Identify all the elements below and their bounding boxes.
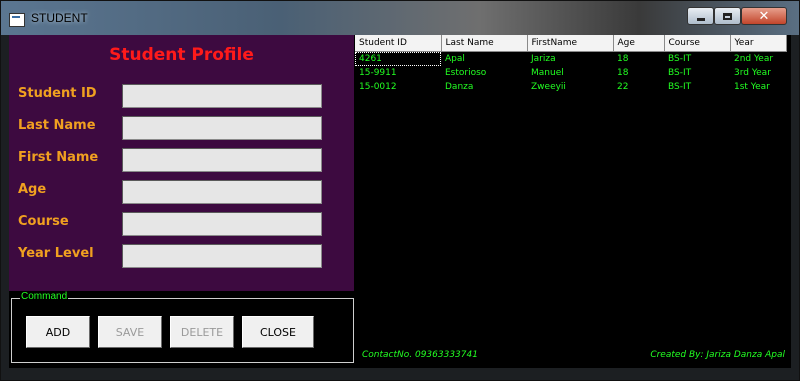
table-cell[interactable]: Estorioso: [441, 66, 527, 80]
column-header-last-name[interactable]: Last Name: [441, 35, 528, 52]
last-name-label: Last Name: [18, 118, 96, 133]
first-name-label: First Name: [18, 150, 99, 165]
course-field[interactable]: [122, 212, 322, 236]
table-cell[interactable]: 18: [613, 66, 664, 80]
student-id-label: Student ID: [18, 86, 97, 101]
contact-number-text: ContactNo. 09363333741: [362, 350, 478, 360]
close-button[interactable]: CLOSE: [242, 316, 314, 348]
delete-button[interactable]: DELETE: [170, 316, 234, 348]
table-row[interactable]: 4261 Apal Jariza 18 BS-IT 2nd Year: [355, 51, 786, 67]
student-id-field[interactable]: [122, 84, 322, 108]
table-row[interactable]: 15-0012 Danza Zweeyii 22 BS-IT 1st Year: [355, 80, 786, 94]
age-field[interactable]: [122, 180, 322, 204]
client-area: Student Profile Student ID Last Name Fir…: [9, 35, 791, 368]
add-button[interactable]: ADD: [26, 316, 90, 348]
command-group: Command ADD SAVE DELETE CLOSE: [11, 291, 354, 363]
table-cell[interactable]: 2nd Year: [730, 52, 786, 67]
table-cell[interactable]: 15-0012: [355, 80, 441, 94]
maximize-icon: [723, 12, 732, 20]
command-group-label: Command: [20, 291, 69, 302]
table-cell[interactable]: 1st Year: [730, 80, 786, 94]
save-button[interactable]: SAVE: [98, 316, 162, 348]
minimize-icon: [696, 17, 705, 21]
student-grid[interactable]: Student ID Last Name FirstName Age Cours…: [355, 35, 789, 291]
table-cell[interactable]: Danza: [441, 80, 527, 94]
table-cell[interactable]: BS-IT: [664, 66, 730, 80]
student-profile-panel: Student Profile Student ID Last Name Fir…: [9, 35, 354, 291]
table-cell[interactable]: 22: [613, 80, 664, 94]
minimize-button[interactable]: [687, 7, 714, 25]
column-header-year[interactable]: Year: [730, 35, 787, 52]
student-window: STUDENT ✕ Student Profile Student ID Las…: [0, 0, 800, 381]
app-icon[interactable]: [9, 13, 25, 27]
age-label: Age: [18, 182, 47, 197]
table-cell[interactable]: 18: [613, 52, 664, 67]
credit-text: Created By: Jariza Danza Apal: [650, 350, 785, 360]
table-header-row: Student ID Last Name FirstName Age Cours…: [355, 35, 787, 52]
title-bar[interactable]: STUDENT ✕: [1, 1, 799, 35]
column-header-age[interactable]: Age: [613, 35, 665, 52]
first-name-field[interactable]: [122, 148, 322, 172]
maximize-button[interactable]: [714, 7, 741, 25]
table-cell[interactable]: 4261: [355, 51, 441, 66]
close-window-button[interactable]: ✕: [741, 7, 787, 25]
table-row[interactable]: 15-9911 Estorioso Manuel 18 BS-IT 3rd Ye…: [355, 66, 786, 80]
year-level-field[interactable]: [122, 244, 322, 268]
column-header-first-name[interactable]: FirstName: [527, 35, 614, 52]
table-cell[interactable]: 3rd Year: [730, 66, 786, 80]
last-name-field[interactable]: [122, 116, 322, 140]
window-title: STUDENT: [31, 11, 88, 25]
table-cell[interactable]: Zweeyii: [527, 80, 613, 94]
table-cell[interactable]: 15-9911: [355, 66, 441, 80]
table-cell[interactable]: BS-IT: [664, 52, 730, 67]
table-cell[interactable]: Apal: [441, 52, 527, 67]
table-cell[interactable]: BS-IT: [664, 80, 730, 94]
year-level-label: Year Level: [18, 246, 94, 261]
table-cell[interactable]: Jariza: [527, 52, 613, 67]
profile-title: Student Profile: [109, 45, 254, 65]
student-table: Student ID Last Name FirstName Age Cours…: [355, 35, 787, 94]
column-header-student-id[interactable]: Student ID: [355, 35, 442, 52]
column-header-course[interactable]: Course: [664, 35, 731, 52]
table-cell[interactable]: Manuel: [527, 66, 613, 80]
close-icon: ✕: [758, 8, 770, 24]
course-label: Course: [18, 214, 69, 229]
